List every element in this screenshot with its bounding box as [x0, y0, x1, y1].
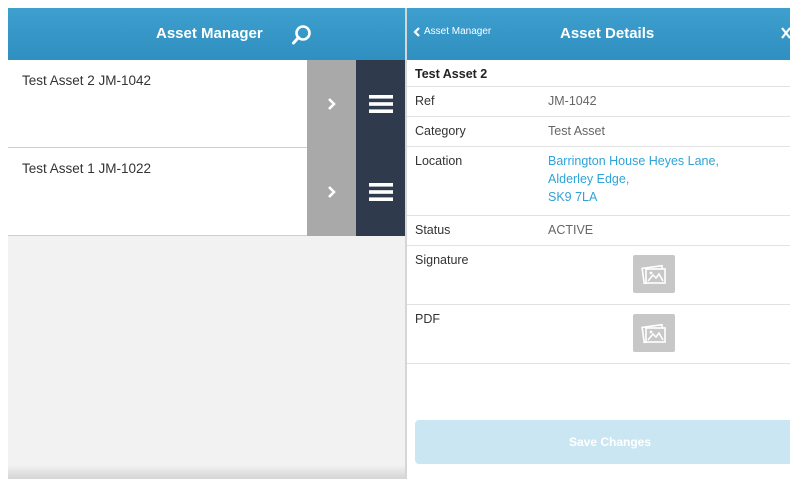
signature-image-button[interactable] [633, 255, 675, 293]
asset-list-panel: Asset Manager Test Asset 2 JM-1042 Test … [8, 8, 406, 479]
status-label: Status [415, 223, 451, 237]
asset-menu-button[interactable] [356, 60, 406, 148]
list-header-title: Asset Manager [156, 25, 263, 42]
asset-menu-button[interactable] [356, 148, 406, 236]
hamburger-menu-icon [369, 95, 393, 113]
category-row: Category Test Asset [407, 117, 790, 147]
search-icon[interactable] [291, 24, 313, 46]
pdf-image-button[interactable] [633, 314, 675, 352]
back-button-label: Asset Manager [424, 26, 492, 37]
details-header-title: Asset Details [560, 25, 655, 42]
close-icon[interactable] [781, 27, 790, 39]
pdf-label: PDF [415, 312, 440, 326]
hamburger-menu-icon [369, 183, 393, 201]
category-label: Category [415, 124, 466, 138]
save-changes-button[interactable]: Save Changes [415, 420, 790, 464]
details-header: Asset Manager Asset Details [407, 8, 790, 60]
open-asset-button[interactable] [307, 148, 356, 236]
location-line: Barrington House Heyes Lane, [548, 154, 719, 168]
asset-name-heading: Test Asset 2 [407, 60, 790, 87]
chevron-right-icon [327, 186, 336, 198]
list-item[interactable]: Test Asset 2 JM-1042 [8, 60, 406, 148]
status-value: ACTIVE [548, 223, 594, 237]
location-line: Alderley Edge, [548, 172, 630, 186]
asset-item-label: Test Asset 1 JM-1022 [22, 161, 152, 176]
image-placeholder-icon [641, 323, 666, 344]
image-placeholder-icon [641, 264, 666, 285]
chevron-left-icon [413, 26, 420, 37]
location-line: SK9 7LA [548, 190, 598, 204]
asset-item-label: Test Asset 2 JM-1042 [22, 73, 152, 88]
ref-label: Ref [415, 94, 435, 108]
list-header: Asset Manager [8, 8, 406, 60]
ref-value: JM-1042 [548, 94, 597, 108]
bottom-shadow [8, 465, 406, 479]
pdf-row: PDF [407, 305, 790, 364]
ref-row: Ref JM-1042 [407, 87, 790, 117]
list-item[interactable]: Test Asset 1 JM-1022 [8, 148, 406, 236]
category-value: Test Asset [548, 124, 605, 138]
status-row: Status ACTIVE [407, 216, 790, 246]
location-label: Location [415, 154, 463, 168]
back-button[interactable]: Asset Manager [413, 26, 491, 37]
location-link[interactable]: Barrington House Heyes Lane, Alderley Ed… [548, 152, 719, 206]
chevron-right-icon [327, 98, 336, 110]
asset-details-panel: Asset Manager Asset Details Test Asset 2… [407, 8, 790, 479]
location-row: Location Barrington House Heyes Lane, Al… [407, 147, 790, 216]
signature-row: Signature [407, 246, 790, 305]
signature-label: Signature [415, 253, 469, 267]
open-asset-button[interactable] [307, 60, 356, 148]
